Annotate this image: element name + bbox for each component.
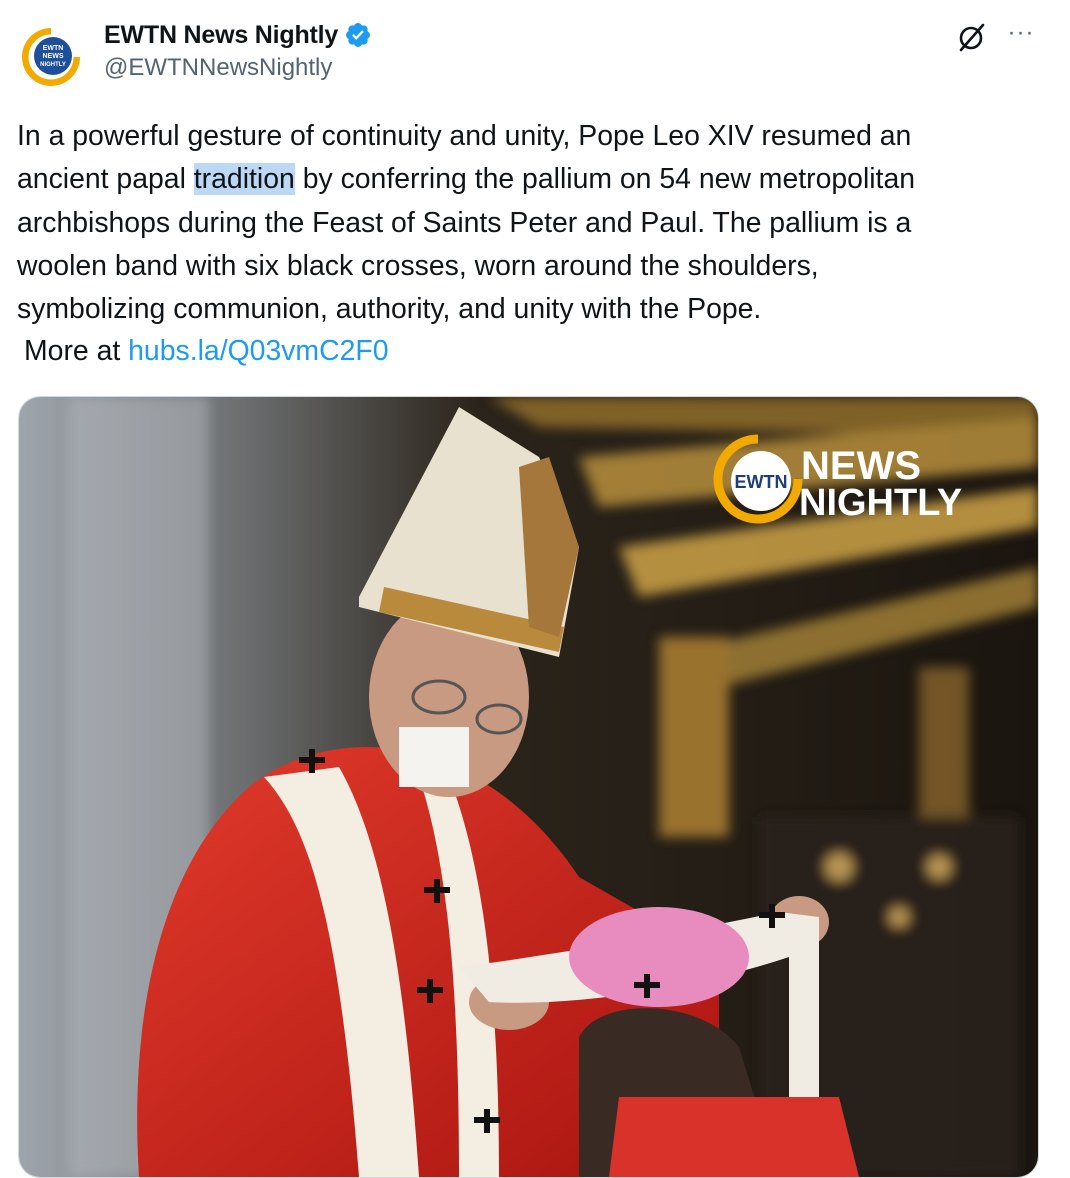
tweet-line-4: woolen band with six black crosses, worn… — [17, 249, 819, 282]
verified-badge-icon — [346, 23, 371, 47]
avatar-text-1: EWTN — [43, 45, 64, 52]
more-at-line: More at hubs.la/Q03vmC2F0 — [24, 330, 389, 373]
tweet-line-2: ancient papal tradition by conferring th… — [17, 158, 1047, 201]
more-options-button[interactable]: ··· — [1003, 18, 1039, 52]
tweet-text: In a powerful gesture of continuity and … — [17, 115, 1047, 331]
tweet-line-2-end: by conferring the pallium on 54 new metr… — [294, 163, 916, 196]
avatar-text-2: NEWS — [43, 53, 64, 60]
tweet-link[interactable]: hubs.la/Q03vmC2F0 — [128, 335, 388, 367]
tweet-media-image[interactable]: EWTN NEWS NIGHTLY — [18, 396, 1039, 1178]
tweet-line-3: archbishops during the Feast of Saints P… — [17, 206, 912, 239]
tweet-line-2-start: ancient papal — [17, 163, 194, 196]
selected-word: tradition — [193, 163, 295, 196]
author-avatar[interactable]: EWTN NEWS NIGHTLY — [22, 28, 80, 86]
logo-nightly-text: NIGHTLY — [799, 482, 962, 524]
author-name[interactable]: EWTN News Nightly — [104, 21, 338, 50]
author-handle[interactable]: @EWTNNewsNightly — [104, 54, 372, 82]
avatar-text-3: NIGHTLY — [40, 62, 66, 68]
more-at-prefix: More at — [24, 335, 129, 367]
logo-badge-text: EWTN — [735, 472, 788, 492]
more-options-icon: ··· — [1007, 19, 1035, 46]
author-block: EWTN News Nightly @EWTNNewsNightly — [104, 16, 372, 82]
tweet-line-1: In a powerful gesture of continuity and … — [17, 120, 912, 152]
grok-icon[interactable] — [955, 20, 989, 54]
tweet-line-5: symbolizing communion, authority, and un… — [17, 293, 762, 326]
